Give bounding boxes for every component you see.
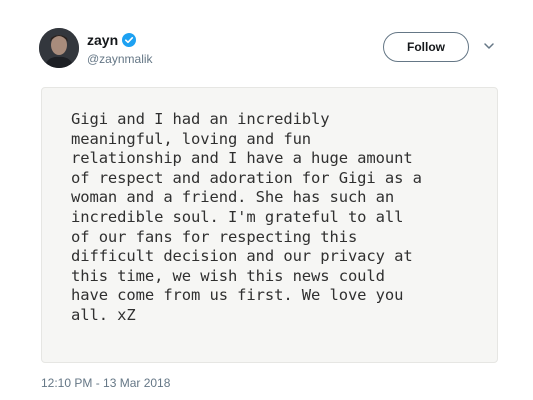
author-handle[interactable]: @zaynmalik (87, 52, 153, 66)
tweet-media-note[interactable]: Gigi and I had an incredibly meaningful,… (41, 87, 498, 363)
avatar-image (39, 28, 79, 68)
tweet-header: zayn @zaynmalik Follow (0, 0, 533, 80)
author-name-row[interactable]: zayn (87, 31, 137, 49)
tweet-timestamp[interactable]: 12:10 PM - 13 Mar 2018 (41, 376, 170, 390)
display-name[interactable]: zayn (87, 32, 118, 48)
verified-badge-icon (122, 33, 137, 47)
chevron-down-icon[interactable] (481, 38, 497, 54)
follow-button[interactable]: Follow (383, 32, 469, 62)
avatar[interactable] (39, 28, 79, 68)
note-text: Gigi and I had an incredibly meaningful,… (71, 110, 422, 324)
